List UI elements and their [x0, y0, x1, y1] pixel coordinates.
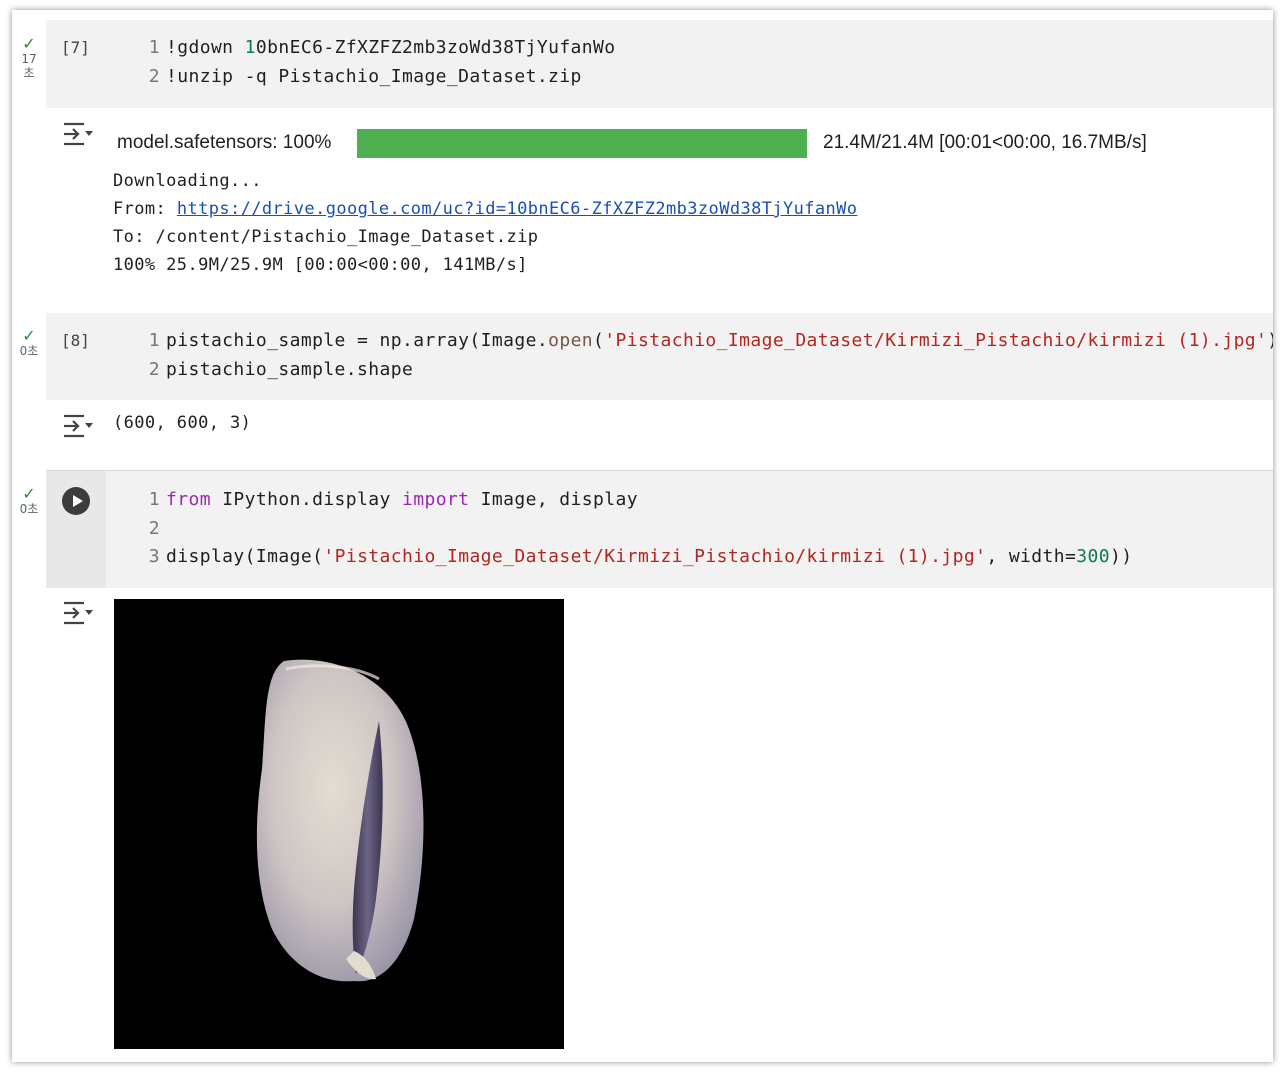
progress-bar — [357, 129, 807, 158]
cell-3-line-3: 3 display(Image('Pistachio_Image_Dataset/… — [148, 546, 1133, 567]
download-complete-line: 100% 25.9M/25.9M [00:00<00:00, 141MB/s] — [113, 255, 528, 275]
cell-3-line-2: 2 — [148, 518, 160, 539]
cell-2-line-2: 2 pistachio_sample.shape — [148, 359, 414, 380]
notebook-frame: ✓ 17 초 [7] 1 !gdown 10bnEC6-ZfXZFZ2mb3zoW… — [12, 10, 1273, 1062]
check-icon: ✓ — [22, 34, 36, 53]
cell-3-duration: 0초 — [19, 502, 39, 516]
cell-1-duration-unit: 초 — [23, 66, 35, 80]
progress-stats: 21.4M/21.4M [00:01<00:00, 16.7MB/s] — [823, 132, 1147, 153]
cell-1-code[interactable]: [7] 1 !gdown 10bnEC6-ZfXZFZ2mb3zoWd38TjYu… — [46, 20, 1273, 108]
cell-2-code[interactable]: [8] 1 pistachio_sample = np.array(Image.o… — [46, 313, 1273, 400]
progress-label: model.safetensors: 100% — [117, 132, 332, 153]
pistachio-illustration — [256, 659, 424, 982]
cell-3-status: ✓ 0초 — [14, 484, 44, 517]
check-icon: ✓ — [22, 484, 36, 503]
output-toggle-icon[interactable] — [60, 121, 94, 147]
cell-1-line-1: 1 !gdown 10bnEC6-ZfXZFZ2mb3zoWd38TjYufanW… — [148, 37, 616, 58]
cell-2-line-1: 1 pistachio_sample = np.array(Image.open(… — [148, 330, 1273, 351]
downloading-text: Downloading... — [113, 171, 262, 191]
cell-1-line-2: 2 !unzip -q Pistachio_Image_Dataset.zip — [148, 66, 582, 87]
cell-2-duration: 0초 — [19, 344, 39, 358]
cell-1-status: ✓ 17 초 — [14, 34, 44, 81]
drive-link[interactable]: https://drive.google.com/uc?id=10bnEC6-Z… — [177, 199, 858, 219]
from-label: From: — [113, 199, 177, 219]
pistachio-image — [114, 599, 564, 1049]
progress-bar-fill — [357, 129, 807, 158]
from-line: From: https://drive.google.com/uc?id=10b… — [113, 199, 857, 219]
check-icon: ✓ — [22, 326, 36, 345]
cell-2-status: ✓ 0초 — [14, 326, 44, 359]
cell-1-duration-number: 17 — [21, 52, 37, 66]
cell-1-exec-count: [7] — [61, 38, 90, 57]
cell-2-exec-count: [8] — [61, 331, 90, 350]
run-cell-icon[interactable] — [62, 487, 90, 515]
shape-output: (600, 600, 3) — [113, 413, 252, 433]
cell-3-code[interactable]: 1 from IPython.display import Image, disp… — [46, 470, 1273, 588]
output-toggle-icon[interactable] — [60, 600, 94, 626]
cell-3-line-1: 1 from IPython.display import Image, disp… — [148, 489, 638, 510]
output-toggle-icon[interactable] — [60, 413, 94, 439]
to-line: To: /content/Pistachio_Image_Dataset.zip — [113, 227, 539, 247]
